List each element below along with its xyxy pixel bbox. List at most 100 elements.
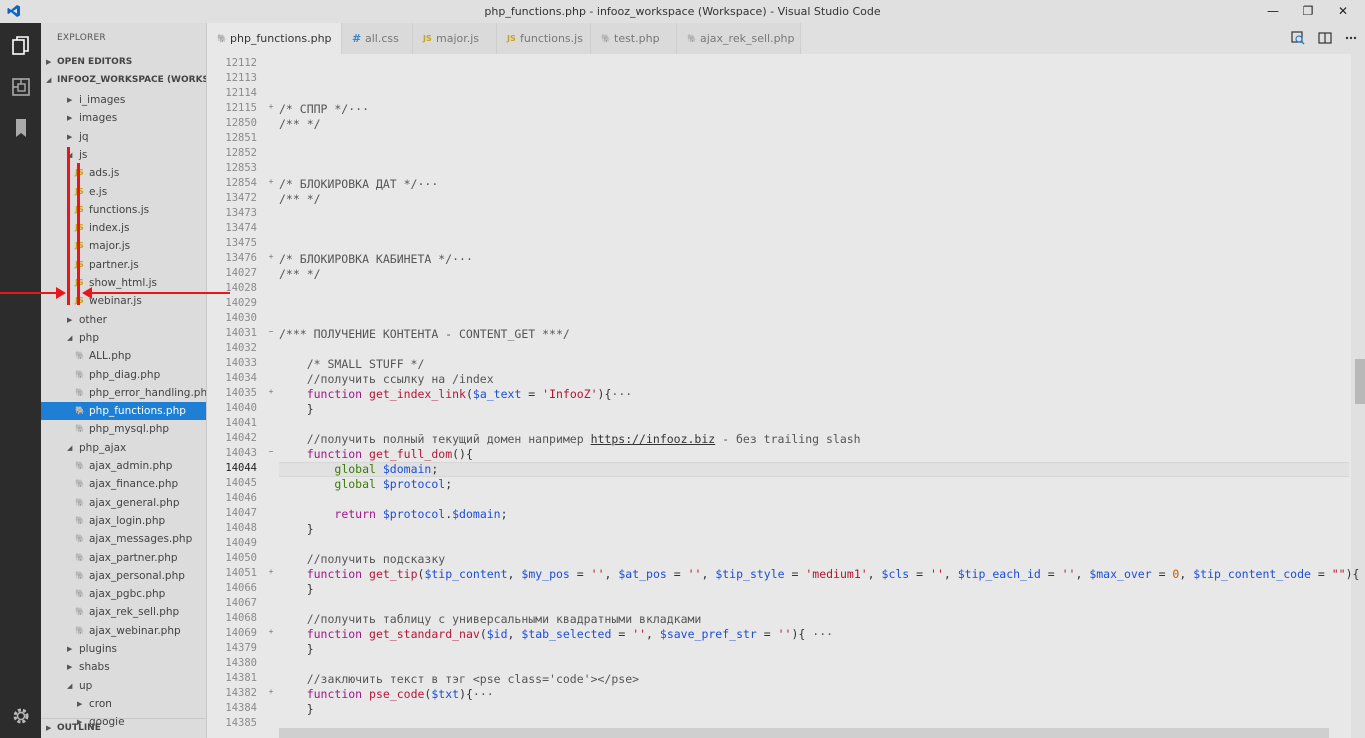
tab-php-functions-php[interactable]: 🐘 php_functions.php xyxy=(207,23,342,54)
settings-gear-icon[interactable] xyxy=(10,705,32,727)
code-line[interactable]: /* БЛОКИРОВКА ДАТ */··· xyxy=(279,177,438,191)
fold-expand-icon[interactable]: + xyxy=(266,102,276,111)
minimize-button[interactable]: — xyxy=(1256,0,1290,23)
extensions-icon[interactable] xyxy=(10,76,32,98)
code-line[interactable]: //получить таблицу с универсальными квад… xyxy=(279,612,702,626)
tree-folder[interactable]: ▶ plugins xyxy=(41,640,206,658)
outline-section[interactable]: ▶ OUTLINE xyxy=(41,718,206,736)
fold-expand-icon[interactable]: + xyxy=(266,387,276,396)
tab-major-js[interactable]: JS major.js xyxy=(413,23,497,54)
tab-test-php[interactable]: 🐘 test.php xyxy=(591,23,677,54)
code-line[interactable]: } xyxy=(279,582,314,596)
tree-folder[interactable]: ▶ i_images xyxy=(41,91,206,109)
code-line[interactable]: /*** ПОЛУЧЕНИЕ КОНТЕНТА - CONTENT_GET **… xyxy=(279,327,570,341)
code-line[interactable]: function get_tip($tip_content, $my_pos =… xyxy=(279,567,1360,581)
code-line[interactable]: //заключить текст в тэг <pse class='code… xyxy=(279,672,639,686)
vertical-scrollbar[interactable] xyxy=(1351,54,1365,738)
tree-file[interactable]: 🐘 ajax_login.php xyxy=(41,512,206,530)
tree-file[interactable]: 🐘 ajax_partner.php xyxy=(41,549,206,567)
tree-file[interactable]: JSfunctions.js xyxy=(41,201,206,219)
code-token: $tip_content xyxy=(424,567,508,581)
code-line[interactable]: //получить ссылку на /index xyxy=(279,372,494,386)
code-line[interactable]: /** */ xyxy=(279,192,321,206)
tree-file[interactable]: 🐘 php_error_handling.php xyxy=(41,384,206,402)
code-line[interactable]: function get_full_dom(){ xyxy=(279,447,473,461)
tree-folder[interactable]: ◢js xyxy=(41,146,206,164)
chevron-right-icon: ▶ xyxy=(67,663,73,672)
code-line[interactable]: /* SMALL STUFF */ xyxy=(279,357,425,371)
explorer-icon[interactable] xyxy=(10,35,32,57)
tree-folder[interactable]: ▶ other xyxy=(41,311,206,329)
code-token: /*** ПОЛУЧЕНИЕ КОНТЕНТА - CONTENT_GET **… xyxy=(279,327,570,341)
tree-file[interactable]: 🐘 ajax_general.php xyxy=(41,494,206,512)
close-button[interactable]: ✕ xyxy=(1326,0,1360,23)
horizontal-scrollbar[interactable] xyxy=(279,728,1329,738)
fold-collapse-icon[interactable]: − xyxy=(266,447,276,456)
code-token: function xyxy=(306,627,363,641)
tree-folder[interactable]: ◢ php xyxy=(41,329,206,347)
open-editors-section[interactable]: ▶ OPEN EDITORS xyxy=(41,53,206,71)
code-token: } xyxy=(279,582,314,596)
code-line[interactable]: } xyxy=(279,702,314,716)
tree-folder[interactable]: ▶ images xyxy=(41,109,206,127)
code-line[interactable]: /** */ xyxy=(279,267,321,281)
fold-expand-icon[interactable]: + xyxy=(266,177,276,186)
tree-file[interactable]: JSe.js xyxy=(41,183,206,201)
code-line[interactable]: return $protocol.$domain; xyxy=(279,507,507,521)
code-line[interactable]: function get_standard_nav($id, $tab_sele… xyxy=(279,627,833,641)
tree-file[interactable]: 🐘 ajax_personal.php xyxy=(41,567,206,585)
scrollbar-thumb[interactable] xyxy=(1355,359,1365,404)
code-line[interactable]: /** */ xyxy=(279,117,321,131)
tree-file[interactable]: 🐘 ajax_admin.php xyxy=(41,457,206,475)
tree-file[interactable]: JSads.js xyxy=(41,164,206,182)
tree-file[interactable]: JSmajor.js xyxy=(41,237,206,255)
tree-file[interactable]: 🐘 ajax_messages.php xyxy=(41,530,206,548)
tab-all-css[interactable]: # all.css xyxy=(342,23,413,54)
workspace-section[interactable]: ◢INFOOZ_WORKSPACE (WORKSP... xyxy=(41,71,206,89)
code-line[interactable]: } xyxy=(279,642,314,656)
split-editor-icon[interactable] xyxy=(1317,31,1333,47)
fold-collapse-icon[interactable]: − xyxy=(266,327,276,336)
tree-file[interactable]: 🐘 php_diag.php xyxy=(41,366,206,384)
open-preview-icon[interactable] xyxy=(1290,31,1306,47)
more-actions-icon[interactable] xyxy=(1343,31,1359,47)
code-line[interactable]: //получить полный текущий домен например… xyxy=(279,432,861,446)
tree-folder[interactable]: ▶ shabs xyxy=(41,658,206,676)
tree-file[interactable]: 🐘 ajax_rek_sell.php xyxy=(41,603,206,621)
line-number: 14035 xyxy=(225,387,257,399)
code-token: ; xyxy=(431,462,439,476)
code-line[interactable]: /* СППР */··· xyxy=(279,102,369,116)
code-line[interactable]: } xyxy=(279,522,314,536)
fold-expand-icon[interactable]: + xyxy=(266,567,276,576)
code-line[interactable]: //получить подсказку xyxy=(279,552,445,566)
tab-ajax-rek-sell-php[interactable]: 🐘 ajax_rek_sell.php xyxy=(677,23,801,54)
tab-functions-js[interactable]: JS functions.js xyxy=(497,23,591,54)
bookmark-icon[interactable] xyxy=(10,117,32,139)
tree-folder[interactable]: ▶ jq xyxy=(41,128,206,146)
code-line[interactable]: global $domain; xyxy=(279,462,438,476)
tree-folder[interactable]: ◢ up xyxy=(41,677,206,695)
tree-file[interactable]: 🐘 ALL.php xyxy=(41,347,206,365)
tree-file[interactable]: 🐘 ajax_webinar.php xyxy=(41,622,206,640)
tree-folder[interactable]: ◢ php_ajax xyxy=(41,439,206,457)
code-line[interactable]: function pse_code($txt){··· xyxy=(279,687,494,701)
php-file-icon: 🐘 xyxy=(75,406,85,416)
tree-folder[interactable]: ▶ cron xyxy=(41,695,206,713)
tree-file[interactable]: 🐘 php_functions.php xyxy=(41,402,206,421)
tree-file[interactable]: 🐘 php_mysql.php xyxy=(41,420,206,438)
tree-file[interactable]: JSindex.js xyxy=(41,219,206,237)
maximize-button[interactable]: ❐ xyxy=(1291,0,1325,23)
fold-expand-icon[interactable]: + xyxy=(266,252,276,261)
tree-file[interactable]: 🐘 ajax_finance.php xyxy=(41,475,206,493)
code-editor[interactable]: 12112 12113 12114 12115 +/* СППР */··· 12850/… xyxy=(207,54,1365,738)
code-line[interactable]: /* БЛОКИРОВКА КАБИНЕТА */··· xyxy=(279,252,473,266)
fold-expand-icon[interactable]: + xyxy=(266,627,276,636)
code-line[interactable]: } xyxy=(279,402,314,416)
code-token: $max_over xyxy=(1089,567,1152,581)
tree-file[interactable]: JSpartner.js xyxy=(41,256,206,274)
fold-expand-icon[interactable]: + xyxy=(266,687,276,696)
tree-file[interactable]: 🐘 ajax_pgbc.php xyxy=(41,585,206,603)
code-line[interactable]: function get_index_link($a_text = 'Infoo… xyxy=(279,387,632,401)
code-line[interactable]: global $protocol; xyxy=(279,477,452,491)
